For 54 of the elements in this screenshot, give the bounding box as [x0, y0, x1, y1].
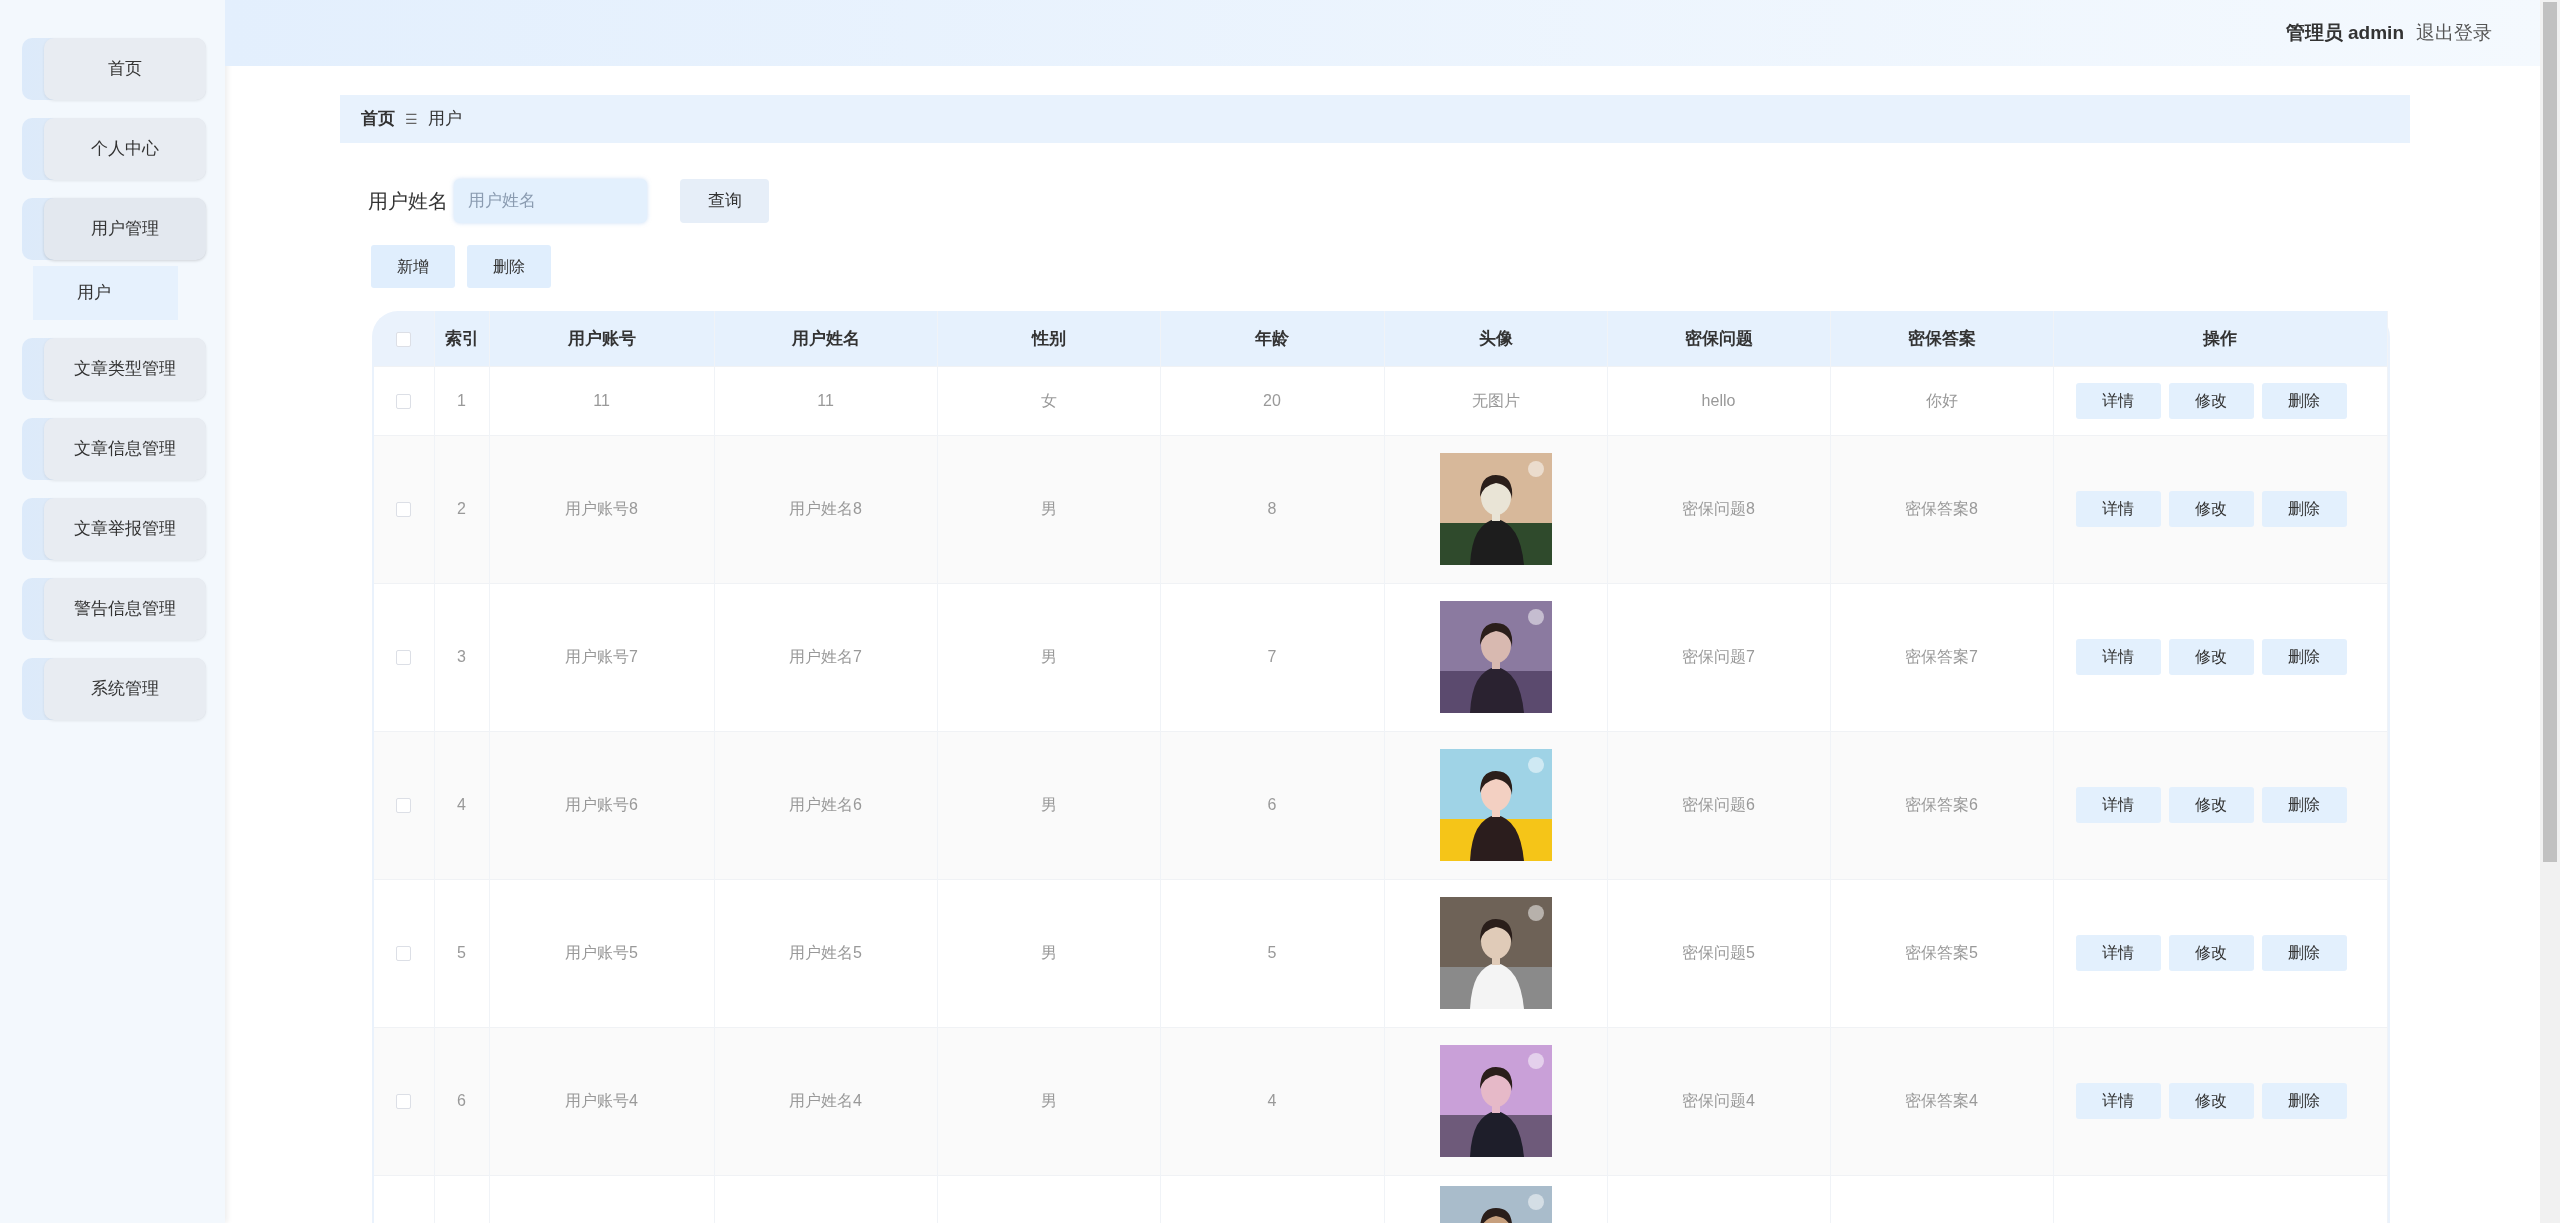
delete-button[interactable]: 删除	[2261, 639, 2347, 675]
delete-button[interactable]: 删除	[2261, 1083, 2347, 1119]
checkbox[interactable]	[396, 650, 412, 666]
delete-button[interactable]: 删除	[2261, 491, 2347, 527]
details-button[interactable]: 详情	[2075, 491, 2161, 527]
checkbox[interactable]	[396, 393, 412, 409]
checkbox[interactable]	[396, 946, 412, 962]
sidebar-item[interactable]: 首页	[22, 38, 206, 100]
delete-button[interactable]: 删除	[467, 245, 551, 288]
column-header: 密保问题	[1607, 311, 1830, 366]
scrollbar[interactable]	[2540, 0, 2560, 1223]
details-button[interactable]: 详情	[2075, 787, 2161, 823]
sidebar-item[interactable]: 警告信息管理	[22, 578, 206, 640]
sidebar-item[interactable]: 用户管理	[22, 198, 206, 260]
column-header: 性别	[937, 311, 1160, 366]
sidebar-item[interactable]: 文章举报管理	[22, 498, 206, 560]
checkbox[interactable]	[396, 1094, 412, 1110]
edit-button[interactable]: 修改	[2168, 382, 2254, 419]
edit-button[interactable]: 修改	[2168, 935, 2254, 971]
add-button[interactable]: 新增	[371, 245, 455, 288]
delete-button[interactable]: 删除	[2261, 787, 2347, 823]
search-button[interactable]: 查询	[680, 179, 769, 223]
edit-button[interactable]: 修改	[2168, 1083, 2254, 1119]
logout-link[interactable]: 退出登录	[2416, 18, 2492, 48]
delete-button[interactable]: 删除	[2261, 935, 2347, 971]
delete-button[interactable]: 删除	[2261, 382, 2347, 419]
column-header: 密保答案	[1830, 311, 2053, 366]
sidebar-item[interactable]: 系统管理	[22, 658, 206, 720]
breadcrumb-link[interactable]: 首页	[361, 106, 395, 132]
separator-icon: ☰	[405, 108, 418, 130]
column-header: 头像	[1384, 311, 1607, 366]
edit-button[interactable]: 修改	[2168, 639, 2254, 675]
edit-button[interactable]: 修改	[2168, 491, 2254, 527]
column-header: 索引	[434, 311, 489, 366]
checkbox[interactable]	[396, 331, 412, 347]
column-header: 用户账号	[489, 311, 714, 366]
details-button[interactable]: 详情	[2075, 935, 2161, 971]
sidebar-item[interactable]: 文章信息管理	[22, 418, 206, 480]
column-header: 操作	[2053, 311, 2387, 366]
details-button[interactable]: 详情	[2075, 1083, 2161, 1119]
details-button[interactable]: 详情	[2075, 382, 2161, 419]
search-field[interactable]: 用户姓名	[454, 179, 647, 223]
submenu-item[interactable]: 用户	[33, 266, 178, 320]
sidebar-item[interactable]: 个人中心	[22, 118, 206, 180]
details-button[interactable]: 详情	[2075, 639, 2161, 675]
user-label: 管理员 admin	[2285, 20, 2404, 45]
checkbox[interactable]	[396, 502, 412, 518]
sidebar-item[interactable]: 文章类型管理	[22, 338, 206, 400]
column-header: 用户姓名	[714, 311, 937, 366]
column-header: 年龄	[1160, 311, 1384, 366]
edit-button[interactable]: 修改	[2168, 787, 2254, 823]
field-label: 用户姓名	[368, 189, 448, 214]
checkbox[interactable]	[396, 798, 412, 814]
breadcrumb-link[interactable]: 用户	[428, 106, 462, 132]
